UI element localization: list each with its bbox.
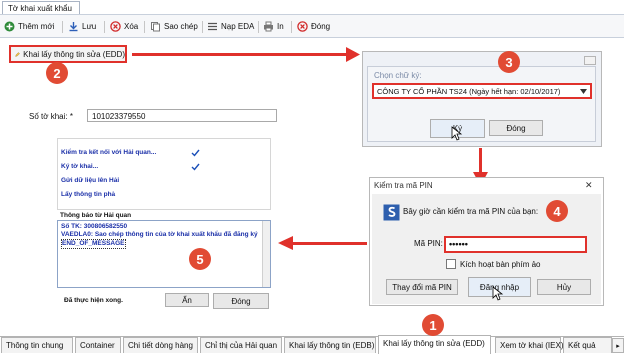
arrow-head-right-icon (346, 47, 360, 62)
cancel-button[interactable]: Hủy (537, 279, 591, 295)
declaration-number-label: Số tờ khai: * (29, 112, 73, 121)
step-send-data: Gửi dữ liệu lên Hải (61, 177, 120, 184)
signature-selected-value: CÔNG TY CỔ PHẦN TS24 (Ngày hết hạn: 02/1… (377, 87, 561, 96)
signature-select-label: Chọn chữ ký: (374, 71, 422, 80)
arrow-to-pin-dialog (479, 148, 482, 174)
delete-icon (110, 21, 121, 32)
close-icon (297, 21, 308, 32)
signature-select[interactable]: CÔNG TY CỔ PHẦN TS24 (Ngày hết hạn: 02/1… (372, 83, 592, 99)
tab-export-declaration[interactable]: Tờ khai xuất khẩu (2, 1, 80, 14)
signature-dialog: Chọn chữ ký: CÔNG TY CỔ PHẦN TS24 (Ngày … (362, 51, 602, 147)
edit-icon (15, 51, 20, 57)
step-sign-declaration: Ký tờ khai... (61, 163, 99, 170)
arrow-head-left-icon (278, 236, 293, 250)
security-logo-icon (383, 204, 400, 221)
tab-iex[interactable]: Xem tờ khai (IEX) (495, 337, 563, 353)
signature-close-button[interactable]: Đóng (489, 120, 543, 136)
step-badge-5: 5 (189, 248, 211, 270)
chevron-down-icon (580, 89, 587, 94)
new-button-label: Thêm mới (18, 22, 55, 31)
virtual-keyboard-label: Kích hoạt bàn phím ảo (460, 260, 541, 269)
copy-button[interactable]: Sao chép (150, 20, 198, 33)
pin-input[interactable]: •••••• (444, 236, 587, 253)
step-check-connection: Kiểm tra kết nối với Hải quan... (61, 149, 157, 156)
close-button-label: Đóng (311, 22, 331, 31)
mouse-cursor-icon (492, 286, 504, 301)
checkmark-icon (191, 163, 200, 171)
save-button[interactable]: Lưu (68, 20, 96, 33)
new-button[interactable]: Thêm mới (4, 20, 54, 33)
process-panel: Kiểm tra kết nối với Hải quan... Ký tờ k… (57, 136, 272, 312)
checkmark-icon (191, 149, 200, 157)
print-button-label: In (277, 22, 284, 31)
notification-label: Thông báo từ Hải quan (60, 212, 132, 219)
signature-group: Chọn chữ ký: CÔNG TY CỔ PHẦN TS24 (Ngày … (367, 66, 596, 142)
virtual-keyboard-checkbox[interactable] (446, 259, 456, 269)
process-steps: Kiểm tra kết nối với Hải quan... Ký tờ k… (57, 138, 271, 210)
message-line: Số TK: 300806582550 (61, 223, 128, 230)
step-badge-2: 2 (46, 62, 68, 84)
step-badge-1: 1 (422, 314, 444, 336)
tab-customs-instructions[interactable]: Chỉ thị của Hải quan (200, 337, 282, 353)
pin-label: Mã PIN: (414, 239, 443, 248)
declaration-number-field[interactable]: 101023379550 (87, 109, 277, 122)
delete-button[interactable]: Xóa (110, 20, 138, 33)
tab-general-info[interactable]: Thông tin chung (1, 337, 73, 353)
tab-edb[interactable]: Khai lấy thông tin (EDB) (284, 337, 376, 353)
delete-button-label: Xóa (124, 22, 139, 31)
step-get-response: Lấy thông tin phả (61, 191, 116, 198)
status-text: Đã thực hiện xong. (64, 297, 123, 304)
tab-container[interactable]: Container (75, 337, 121, 353)
pin-dialog-close-icon[interactable]: ✕ (585, 180, 593, 191)
notification-textbox[interactable]: Số TK: 300806582550 VAEDLA0: Sao chép th… (57, 220, 271, 288)
signature-dialog-close-icon[interactable] (584, 56, 596, 65)
edd-action-button[interactable]: Khai lấy thông tin sửa (EDD) (9, 45, 127, 63)
save-icon (69, 22, 78, 32)
save-button-label: Lưu (82, 22, 97, 31)
hide-button[interactable]: Ẩn (165, 293, 209, 307)
close-button[interactable]: Đóng (297, 20, 330, 33)
edd-action-label: Khai lấy thông tin sửa (EDD) (23, 49, 125, 59)
step-badge-4: 4 (546, 200, 568, 222)
change-pin-button[interactable]: Thay đổi mã PIN (386, 279, 458, 295)
tab-scroll-right-icon[interactable]: ▸ (612, 338, 624, 353)
load-eda-icon (208, 22, 217, 31)
mouse-cursor-icon (451, 126, 463, 141)
process-close-button[interactable]: Đóng (213, 293, 269, 309)
arrow-to-signature (132, 53, 350, 56)
plus-icon (4, 21, 15, 32)
pin-prompt: Bây giờ cần kiểm tra mã PIN của bạn: (403, 207, 539, 216)
message-line: END_OF_MESSAGE (61, 239, 126, 249)
copy-icon (151, 22, 160, 32)
toolbar: Thêm mới Lưu Xóa Sao chép Nạp EDA In Đón… (0, 14, 624, 38)
tab-edd[interactable]: Khai lấy thông tin sửa (EDD) (378, 335, 491, 354)
scrollbar[interactable] (262, 221, 270, 287)
load-eda-button-label: Nạp EDA (221, 22, 255, 31)
print-button[interactable]: In (263, 20, 284, 33)
load-eda-button[interactable]: Nạp EDA (207, 20, 254, 33)
tab-results[interactable]: Kết quả (563, 337, 612, 353)
arrow-to-process-panel (292, 242, 367, 245)
message-line: VAEDLA0: Sao chép thông tin của tờ khai … (61, 231, 258, 238)
printer-icon (264, 21, 273, 32)
pin-dialog-title: Kiểm tra mã PIN (374, 181, 433, 190)
pin-dialog: Kiểm tra mã PIN ✕ Bây giờ cần kiểm tra m… (369, 177, 604, 306)
tab-line-items[interactable]: Chi tiết dòng hàng (123, 337, 198, 353)
step-badge-3: 3 (498, 51, 520, 73)
copy-button-label: Sao chép (164, 22, 198, 31)
